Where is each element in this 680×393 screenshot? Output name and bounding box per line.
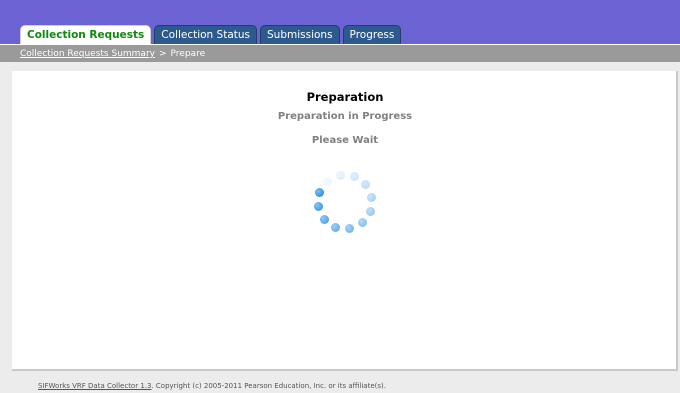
spinner-dot <box>349 172 359 182</box>
spinner-dot <box>313 202 323 212</box>
app-header: Collection Requests Collection Status Su… <box>0 0 680 44</box>
tab-collection-status[interactable]: Collection Status <box>154 25 257 44</box>
spinner-dot <box>361 180 371 190</box>
footer-product-link[interactable]: SIFWorks VRF Data Collector 1.3 <box>38 382 151 390</box>
spinner-dot <box>367 192 377 202</box>
content-panel: Preparation Preparation in Progress Plea… <box>12 71 678 371</box>
tab-submissions[interactable]: Submissions <box>260 25 340 44</box>
footer-copyright: . Copyright (c) 2005-2011 Pearson Educat… <box>151 382 386 390</box>
breadcrumb-separator: > <box>158 49 167 59</box>
loading-spinner-icon <box>12 71 678 371</box>
tab-progress[interactable]: Progress <box>342 25 402 44</box>
footer: SIFWorks VRF Data Collector 1.3. Copyrig… <box>38 382 386 390</box>
breadcrumb-link-collection-requests-summary[interactable]: Collection Requests Summary <box>20 49 155 59</box>
spinner-dot <box>315 188 325 198</box>
main-tabs: Collection Requests Collection Status Su… <box>20 25 402 44</box>
breadcrumb-current: Prepare <box>170 49 206 59</box>
spinner-dot <box>319 214 329 224</box>
spinner-dot <box>335 170 345 180</box>
spinner-dot <box>323 176 333 186</box>
breadcrumb: Collection Requests Summary > Prepare <box>0 44 680 62</box>
spinner-dot <box>331 222 341 232</box>
tab-collection-requests[interactable]: Collection Requests <box>20 25 152 44</box>
spinner-dot <box>345 224 355 234</box>
spinner-dot <box>365 206 375 216</box>
spinner-dot <box>357 218 367 228</box>
